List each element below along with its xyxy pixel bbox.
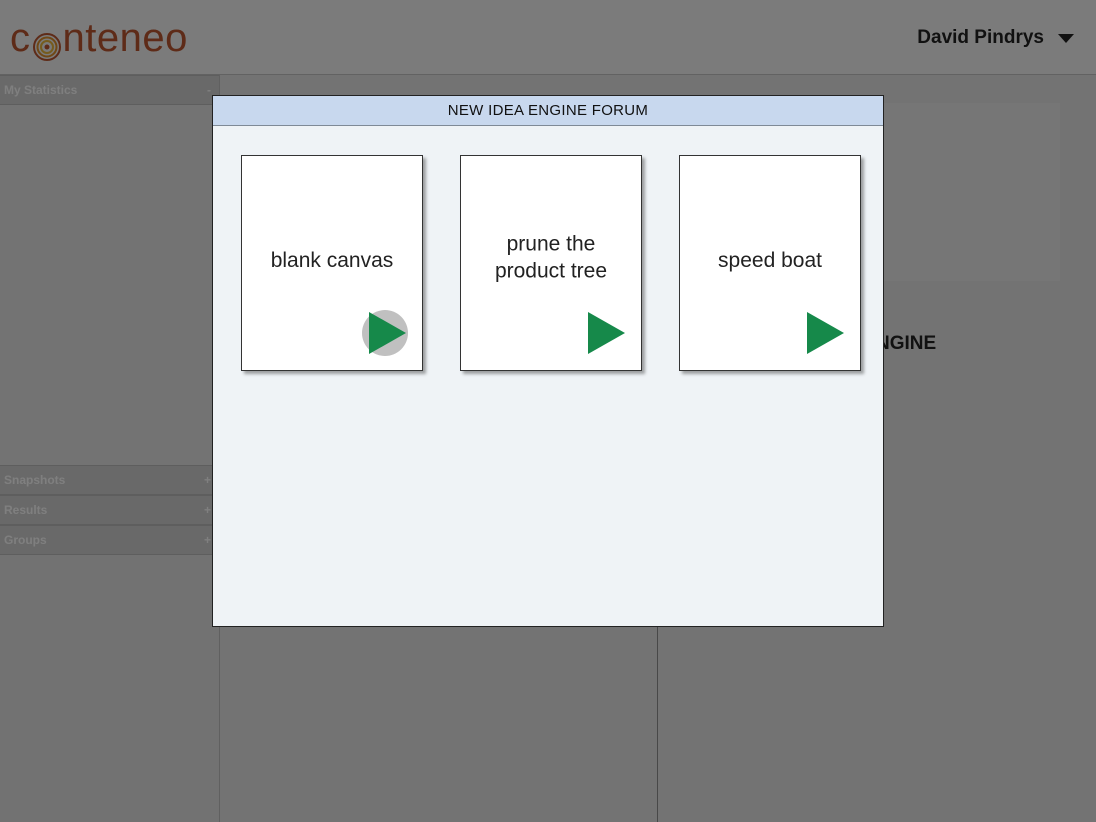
template-card-speed-boat[interactable]: speed boat: [679, 155, 861, 371]
template-card-list: blank canvas prune the product tree spee…: [241, 155, 861, 371]
card-label: speed boat: [718, 248, 822, 272]
play-icon: [369, 312, 406, 354]
template-card-prune-the-product-tree[interactable]: prune the product tree: [460, 155, 642, 371]
dialog-title: NEW IDEA ENGINE FORUM: [213, 96, 883, 126]
card-label: prune the product tree: [494, 232, 608, 283]
play-button[interactable]: [581, 310, 627, 356]
app-window: c nteneo David Pindrys My Statistics - S…: [0, 0, 1096, 822]
play-button[interactable]: [800, 310, 846, 356]
template-card-blank-canvas[interactable]: blank canvas: [241, 155, 423, 371]
card-label: blank canvas: [270, 248, 394, 272]
play-icon: [588, 312, 625, 354]
play-button[interactable]: [362, 310, 408, 356]
play-icon: [807, 312, 844, 354]
new-forum-dialog: NEW IDEA ENGINE FORUM blank canvas prune…: [212, 95, 884, 627]
